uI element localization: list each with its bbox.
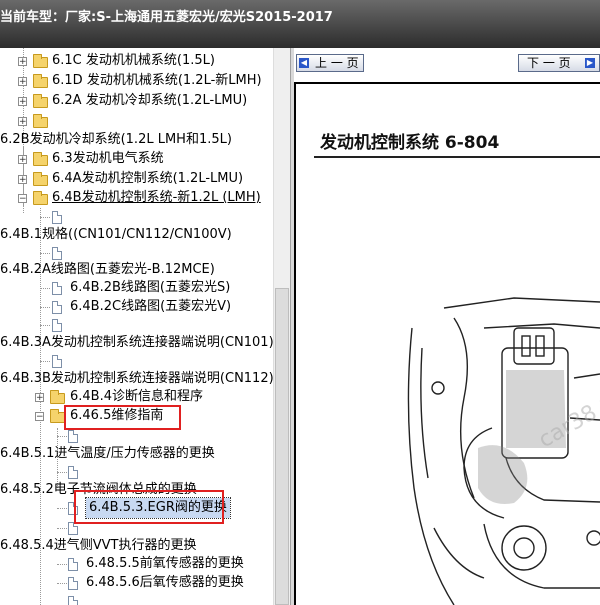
folder-icon bbox=[33, 152, 48, 166]
tree-item-label: 6.2B发动机冷却系统(1.2L LMH和1.5L) bbox=[0, 132, 232, 147]
expand-icon[interactable]: + bbox=[18, 97, 27, 107]
document-icon bbox=[52, 319, 62, 332]
tree-guide bbox=[40, 307, 50, 308]
tree-item-label: 6.4B.2A线路图(五菱宏光-B.12MCE) bbox=[0, 262, 215, 277]
annotation-box bbox=[74, 490, 224, 524]
document-icon bbox=[52, 247, 62, 260]
document-icon bbox=[68, 558, 78, 571]
document-icon bbox=[52, 301, 62, 314]
tree-item-doc[interactable] bbox=[0, 351, 273, 371]
tree-guide bbox=[40, 325, 50, 326]
document-icon bbox=[52, 211, 62, 224]
tree-guide bbox=[40, 288, 50, 289]
folder-icon bbox=[33, 54, 48, 68]
collapse-icon[interactable]: − bbox=[35, 412, 44, 422]
tree-item-label: 6.4B.5.1进气温度/压力传感器的更换 bbox=[0, 446, 215, 461]
tree-item-6-2a[interactable]: + 6.2A 发动机冷却系统(1.2L-LMU) bbox=[0, 91, 273, 111]
tree-item-label: 6.4B.2B线路图(五菱宏光S) bbox=[70, 280, 231, 295]
folder-open-icon bbox=[50, 409, 65, 423]
tree-item-doc[interactable] bbox=[0, 207, 273, 227]
tree-item-folder[interactable]: + bbox=[0, 111, 273, 131]
tree-item-6-1d[interactable]: + 6.1D 发动机机械系统(1.2L-新LMH) bbox=[0, 71, 273, 91]
tree-item-label: 6.4B.1规格((CN101/CN112/CN100V) bbox=[0, 227, 232, 242]
document-icon bbox=[68, 596, 78, 605]
expand-icon[interactable]: + bbox=[18, 77, 27, 87]
next-page-button[interactable]: 下 一 页 ▶ bbox=[518, 54, 600, 72]
tree-item-6-4b-5-5[interactable]: 6.48.5.5前氧传感器的更换 bbox=[0, 554, 273, 574]
arrow-right-icon: ▶ bbox=[585, 58, 595, 68]
tree-guide bbox=[57, 528, 67, 529]
expand-icon[interactable]: + bbox=[18, 57, 27, 67]
tree-guide bbox=[40, 253, 50, 254]
tree-guide bbox=[57, 564, 67, 565]
tree-item-label: 6.48.5.4进气侧VVT执行器的更换 bbox=[0, 538, 197, 553]
folder-icon bbox=[33, 94, 48, 108]
title-rule bbox=[314, 156, 600, 158]
folder-icon bbox=[33, 114, 48, 128]
title-bar: 当前车型：厂家:S-上海通用五菱宏光/宏光S2015-2017 bbox=[0, 0, 600, 48]
tree-item-6-4b-4[interactable]: + 6.4B.4诊断信息和程序 bbox=[0, 387, 273, 407]
tree-item-label: 6.4B.3A发动机控制系统连接器端说明(CN101) bbox=[0, 335, 273, 350]
scrollbar-thumb[interactable] bbox=[275, 288, 289, 605]
tree-item-6-4b-3b[interactable]: 6.4B.3B发动机控制系统连接器端说明(CN112) bbox=[0, 369, 273, 389]
folder-icon bbox=[33, 74, 48, 88]
tree-item-6-4b[interactable]: − 6.4B发动机控制系统-新1.2L (LMH) bbox=[0, 188, 273, 208]
tree-guide bbox=[57, 436, 67, 437]
document-icon bbox=[68, 466, 78, 479]
tree-guide bbox=[57, 508, 67, 509]
tree-item-label: 6.1C 发动机机械系统(1.5L) bbox=[52, 53, 215, 68]
tree-item-6-4b-5-4[interactable]: 6.48.5.4进气侧VVT执行器的更换 bbox=[0, 536, 273, 556]
document-icon bbox=[68, 577, 78, 590]
engine-diagram: car38 CY2 bbox=[407, 297, 600, 605]
tree-guide bbox=[57, 472, 67, 473]
tree-item-label: 6.4B发动机控制系统-新1.2L (LMH) bbox=[52, 190, 261, 205]
folder-open-icon bbox=[33, 191, 48, 205]
collapse-icon[interactable]: − bbox=[18, 194, 27, 204]
expand-icon[interactable]: + bbox=[18, 155, 27, 165]
expand-icon[interactable]: + bbox=[18, 117, 27, 127]
tree-item-label: 6.1D 发动机机械系统(1.2L-新LMH) bbox=[52, 73, 262, 88]
tree-item-6-2b[interactable]: 6.2B发动机冷却系统(1.2L LMH和1.5L) bbox=[0, 130, 273, 150]
tree-item-label: 6.4B.2C线路图(五菱宏光V) bbox=[70, 299, 232, 314]
annotation-box bbox=[64, 405, 181, 430]
tree-item-6-4b-5-1[interactable]: 6.4B.5.1进气温度/压力传感器的更换 bbox=[0, 444, 273, 464]
document-icon bbox=[52, 355, 62, 368]
next-page-label: 下 一 页 bbox=[527, 56, 571, 70]
tree-scrollbar[interactable] bbox=[273, 48, 290, 605]
tree-guide bbox=[40, 361, 50, 362]
tree-item-6-4b-3a[interactable]: 6.4B.3A发动机控制系统连接器端说明(CN101) bbox=[0, 333, 273, 353]
tree-item-6-4b-5-6[interactable]: 6.48.5.6后氧传感器的更换 bbox=[0, 573, 273, 593]
document-icon bbox=[52, 282, 62, 295]
tree-item-6-1c[interactable]: + 6.1C 发动机机械系统(1.5L) bbox=[0, 51, 273, 71]
prev-page-label: 上 一 页 bbox=[315, 56, 359, 70]
tree-item-label: 6.4A发动机控制系统(1.2L-LMU) bbox=[52, 171, 244, 186]
tree-item-6-4b-2a[interactable]: 6.4B.2A线路图(五菱宏光-B.12MCE) bbox=[0, 260, 273, 280]
expand-icon[interactable]: + bbox=[35, 393, 44, 403]
tree-item-6-4a[interactable]: + 6.4A发动机控制系统(1.2L-LMU) bbox=[0, 169, 273, 189]
vehicle-model-label: 当前车型：厂家:S-上海通用五菱宏光/宏光S2015-2017 bbox=[0, 10, 333, 25]
tree-guide bbox=[57, 583, 67, 584]
prev-page-button[interactable]: ◀ 上 一 页 bbox=[296, 54, 364, 72]
folder-icon bbox=[50, 390, 65, 404]
tree-item-label: 6.4B.4诊断信息和程序 bbox=[70, 389, 203, 404]
tree-item-6-4b-2b[interactable]: 6.4B.2B线路图(五菱宏光S) bbox=[0, 278, 273, 298]
tree-item-6-4b-1[interactable]: 6.4B.1规格((CN101/CN112/CN100V) bbox=[0, 225, 273, 245]
folder-icon bbox=[33, 172, 48, 186]
arrow-left-icon: ◀ bbox=[299, 58, 309, 68]
page-title: 发动机控制系统 6-804 bbox=[320, 133, 500, 153]
tree-item-6-3[interactable]: + 6.3发动机电气系统 bbox=[0, 149, 273, 169]
tree-item-label: 6.48.5.6后氧传感器的更换 bbox=[86, 575, 244, 590]
tree-item-doc[interactable] bbox=[0, 462, 273, 482]
expand-icon[interactable]: + bbox=[18, 175, 27, 185]
tree-item-label: 6.4B.3B发动机控制系统连接器端说明(CN112) bbox=[0, 371, 273, 386]
tree-item-doc[interactable] bbox=[0, 315, 273, 335]
document-icon bbox=[68, 430, 78, 443]
catalog-tree[interactable]: + 6.1C 发动机机械系统(1.5L) + 6.1D 发动机机械系统(1.2L… bbox=[0, 48, 273, 605]
tree-item-label: 6.48.5.5前氧传感器的更换 bbox=[86, 556, 244, 571]
tree-item-label: 6.3发动机电气系统 bbox=[52, 151, 164, 166]
tree-item-6-4b-2c[interactable]: 6.4B.2C线路图(五菱宏光V) bbox=[0, 297, 273, 317]
document-viewer: ◀ 上 一 页 下 一 页 ▶ 发动机控制系统 6-804 car38 CY2 bbox=[294, 48, 600, 605]
tree-guide bbox=[40, 217, 50, 218]
tree-item-label: 6.2A 发动机冷却系统(1.2L-LMU) bbox=[52, 93, 248, 108]
